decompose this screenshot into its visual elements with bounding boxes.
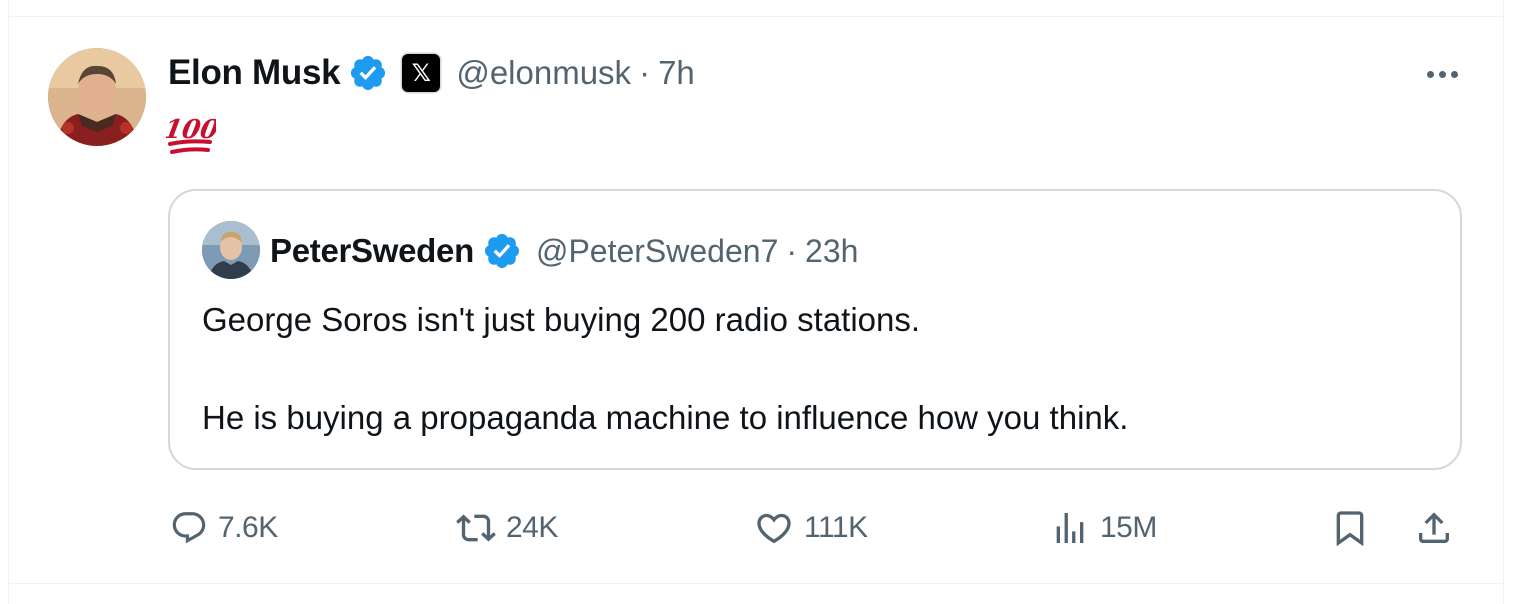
bottom-divider [8,583,1504,584]
author-display-name[interactable]: Elon Musk [168,53,341,93]
share-icon [1414,508,1454,548]
quoted-tweet-card[interactable]: PeterSweden @PeterSweden7 · 23h George S… [168,189,1462,470]
like-count: 111K [804,511,868,544]
author-handle[interactable]: @elonmusk [456,54,631,92]
hundred-points-emoji: 100 [161,114,221,154]
views-icon [1050,508,1090,548]
like-icon [754,508,794,548]
bookmark-button[interactable] [1330,500,1370,556]
bookmark-icon [1330,508,1370,548]
quoted-tweet-header: PeterSweden @PeterSweden7 · 23h [270,229,858,273]
tweet-text: 100 💯 [161,108,221,158]
reply-icon [170,509,208,547]
top-divider [8,16,1504,17]
header-separator: · [639,54,651,91]
tweet-header: Elon Musk 𝕏 @elonmusk · 7h [168,50,695,96]
like-button[interactable]: 111K [754,500,868,556]
author-avatar-image [48,48,146,146]
reply-count: 7.6K [218,511,278,544]
x-affiliation-badge[interactable]: 𝕏 [402,54,441,92]
author-avatar[interactable] [48,48,146,146]
quoted-author-avatar[interactable] [202,221,260,279]
quoted-text-line-2: He is buying a propaganda machine to inf… [202,399,1129,436]
repost-button[interactable]: 24K [456,500,558,556]
more-icon[interactable] [1420,54,1464,94]
tweet-action-bar: 7.6K 24K 111K 15M [168,500,1462,556]
repost-icon [456,508,496,548]
quoted-text-line-1: George Soros isn't just buying 200 radio… [202,301,921,338]
repost-count: 24K [506,511,558,544]
views-button[interactable]: 15M [1050,500,1157,556]
quoted-tweet-timestamp[interactable]: 23h [805,233,858,270]
verified-badge-icon[interactable] [348,53,388,93]
views-count: 15M [1100,511,1157,544]
quoted-verified-badge-icon[interactable] [482,231,522,271]
tweet-timestamp[interactable]: 7h [658,54,695,92]
quoted-avatar-image [202,221,260,279]
reply-button[interactable]: 7.6K [170,500,278,556]
share-button[interactable] [1414,500,1454,556]
quoted-text-spacer [202,344,1432,393]
quoted-author-handle[interactable]: @PeterSweden7 [536,233,778,270]
quoted-tweet-text: George Soros isn't just buying 200 radio… [202,295,1432,442]
quoted-header-separator: · [786,232,798,269]
quoted-author-display-name[interactable]: PeterSweden [270,232,474,270]
